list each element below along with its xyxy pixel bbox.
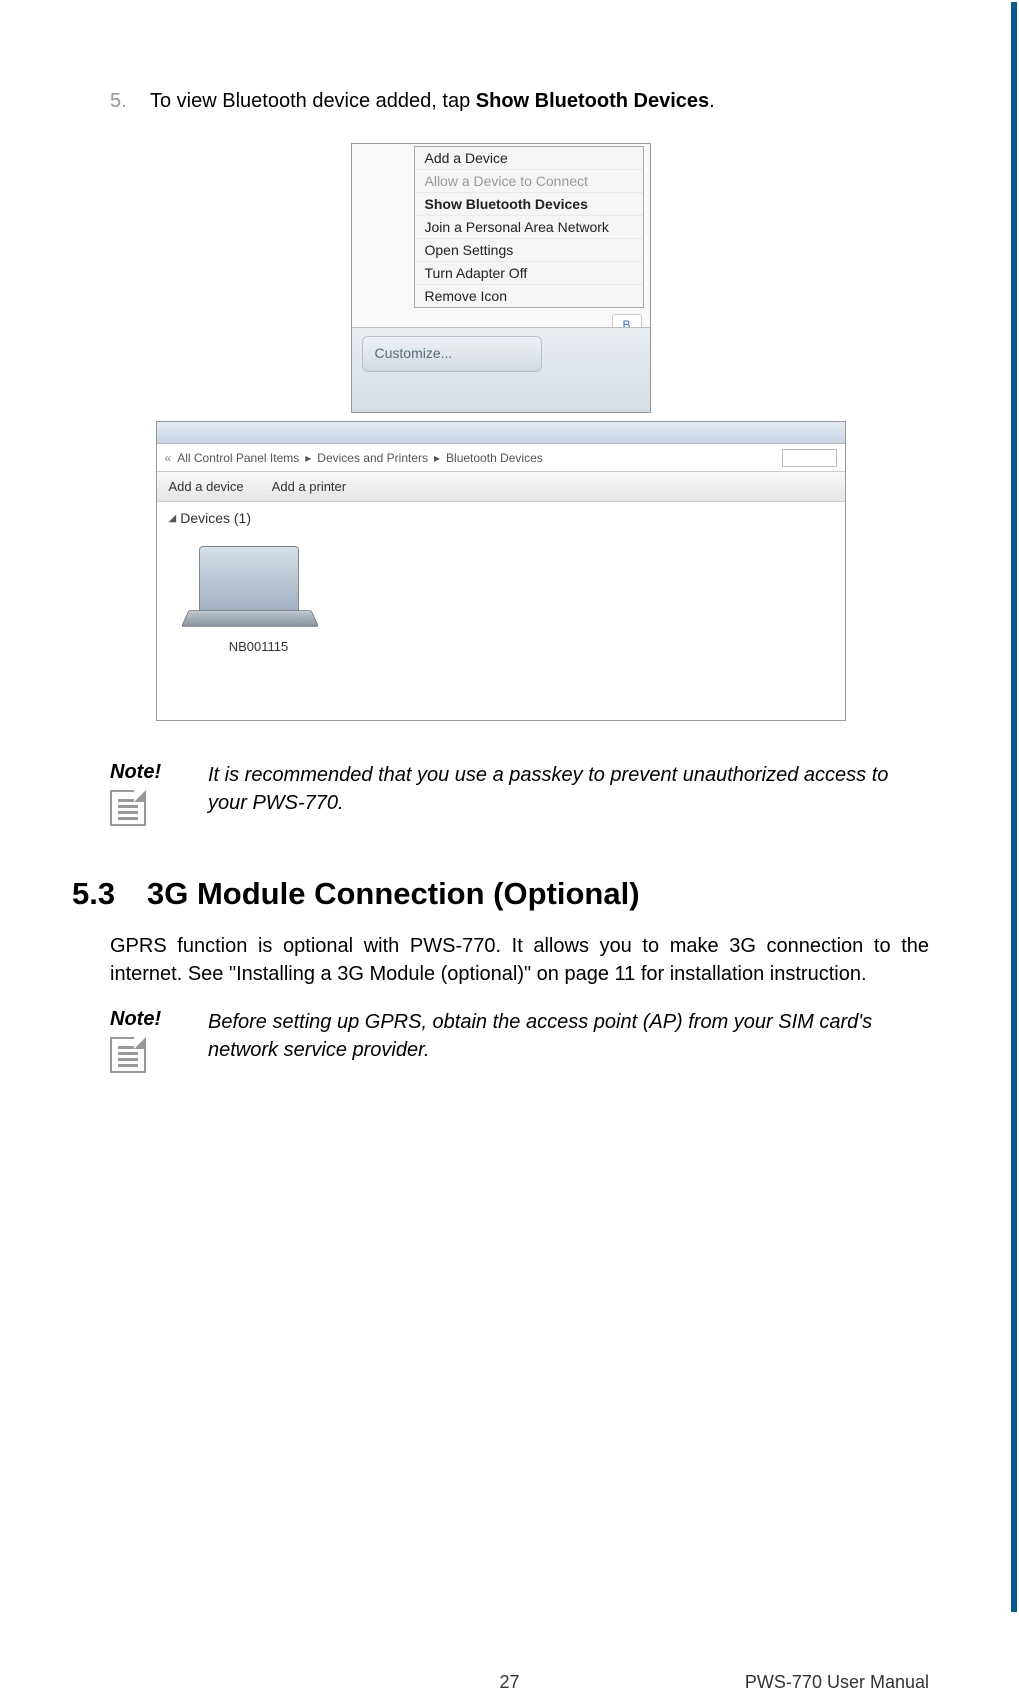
bluetooth-context-menu: Add a Device Allow a Device to Connect S… <box>414 146 644 308</box>
breadcrumb-sep: ▸ <box>305 451 311 465</box>
taskbar-tray: Customize... <box>352 327 650 412</box>
breadcrumb-1[interactable]: All Control Panel Items <box>177 451 299 465</box>
customize-button[interactable]: Customize... <box>362 336 542 372</box>
footer-document-title: PWS-770 User Manual <box>745 1672 929 1693</box>
section-title: 3G Module Connection (Optional) <box>147 876 640 912</box>
breadcrumb-bullet: « <box>165 451 172 465</box>
devices-group-label: Devices (1) <box>180 510 251 526</box>
window-toolbar: Add a device Add a printer <box>157 472 845 502</box>
note-gprs: Note! Before setting up GPRS, obtain the… <box>110 1008 929 1073</box>
bluetooth-context-menu-screenshot: Add a Device Allow a Device to Connect S… <box>351 143 651 413</box>
step-5: 5. To view Bluetooth device added, tap S… <box>110 90 929 113</box>
devices-group-header[interactable]: ◢ Devices (1) <box>169 510 833 526</box>
window-titlebar <box>157 422 845 444</box>
devices-area: ◢ Devices (1) NB001115 <box>157 502 845 720</box>
menu-open-settings[interactable]: Open Settings <box>415 238 643 261</box>
section-heading: 5.3 3G Module Connection (Optional) <box>72 876 929 912</box>
menu-add-device[interactable]: Add a Device <box>415 147 643 169</box>
add-printer-button[interactable]: Add a printer <box>272 479 346 494</box>
device-item[interactable]: NB001115 <box>199 546 319 654</box>
page-content: 5. To view Bluetooth device added, tap S… <box>0 0 1019 1073</box>
note-text: Before setting up GPRS, obtain the acces… <box>208 1008 929 1073</box>
device-name: NB001115 <box>199 639 319 654</box>
step-text-after: . <box>709 90 715 112</box>
breadcrumb-2[interactable]: Devices and Printers <box>317 451 428 465</box>
note-label-col: Note! <box>110 761 190 826</box>
step-text: To view Bluetooth device added, tap Show… <box>150 90 929 113</box>
page-number: 27 <box>499 1672 519 1693</box>
breadcrumb-sep: ▸ <box>434 451 440 465</box>
page-right-border <box>1011 2 1017 1612</box>
menu-allow-device: Allow a Device to Connect <box>415 169 643 192</box>
menu-show-bluetooth[interactable]: Show Bluetooth Devices <box>415 192 643 215</box>
collapse-triangle-icon: ◢ <box>169 513 177 524</box>
bluetooth-devices-window-screenshot: « All Control Panel Items ▸ Devices and … <box>156 421 846 721</box>
step-text-before: To view Bluetooth device added, tap <box>150 90 476 112</box>
breadcrumb-3[interactable]: Bluetooth Devices <box>446 451 543 465</box>
note-label-col: Note! <box>110 1008 190 1073</box>
note-label: Note! <box>110 761 190 784</box>
note-icon <box>110 790 146 826</box>
menu-turn-adapter-off[interactable]: Turn Adapter Off <box>415 261 643 284</box>
search-input[interactable] <box>782 449 837 467</box>
note-text: It is recommended that you use a passkey… <box>208 761 929 826</box>
add-device-button[interactable]: Add a device <box>169 479 244 494</box>
section-number: 5.3 <box>72 876 147 912</box>
step-text-bold: Show Bluetooth Devices <box>476 90 709 112</box>
note-label: Note! <box>110 1008 190 1031</box>
menu-join-pan[interactable]: Join a Personal Area Network <box>415 215 643 238</box>
address-bar[interactable]: « All Control Panel Items ▸ Devices and … <box>157 444 845 472</box>
menu-remove-icon[interactable]: Remove Icon <box>415 284 643 307</box>
laptop-keyboard <box>181 610 319 626</box>
note-passkey: Note! It is recommended that you use a p… <box>110 761 929 826</box>
step-number: 5. <box>110 90 150 113</box>
laptop-icon <box>199 546 299 621</box>
note-icon <box>110 1037 146 1073</box>
section-body: GPRS function is optional with PWS-770. … <box>110 932 929 988</box>
